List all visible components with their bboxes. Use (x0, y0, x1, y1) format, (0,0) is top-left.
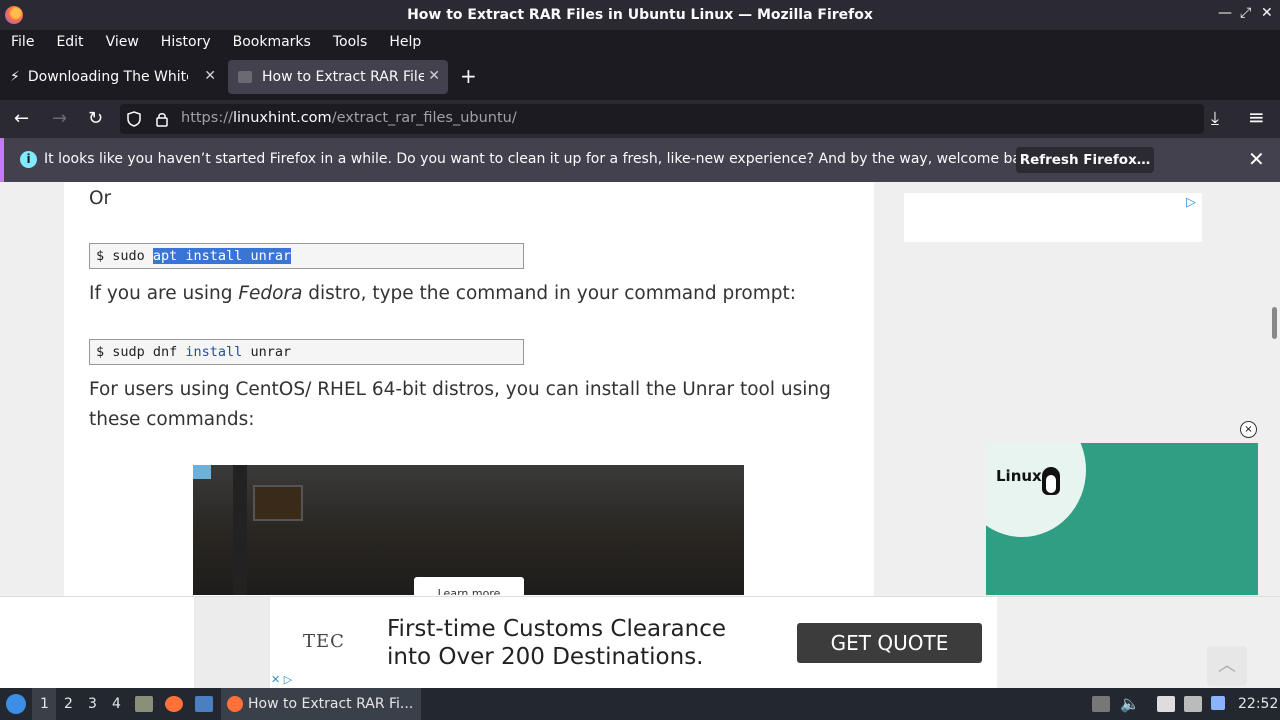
tab-close-icon[interactable]: ✕ (428, 68, 440, 84)
workspace-1[interactable]: 1 (40, 696, 49, 712)
clock: 22:52 (1238, 696, 1279, 712)
code-block-apt: $ sudo apt install unrar (89, 243, 524, 269)
learn-more-button[interactable]: Learn more (414, 577, 524, 595)
tab-strip: ⚡ Downloading The White House ✕ How to E… (0, 54, 1280, 100)
firefox-icon (227, 696, 243, 712)
fedora-text-pre: If you are using (89, 283, 239, 304)
get-quote-button[interactable]: GET QUOTE (797, 623, 982, 663)
close-ad-icon[interactable]: × (1240, 421, 1257, 438)
tux-belly (1046, 475, 1056, 493)
start-menu-icon[interactable] (6, 694, 26, 714)
maximize-button[interactable]: ⤢ (1240, 5, 1251, 21)
close-window-button[interactable]: ✕ (1261, 5, 1273, 21)
firefox-logo-icon (5, 6, 23, 24)
headline-line-2: into Over 200 Destinations. (387, 644, 704, 670)
menu-file[interactable]: File (0, 34, 45, 50)
downloads-button[interactable]: ⤓ (1211, 108, 1219, 129)
menu-help[interactable]: Help (378, 34, 432, 50)
network-icon[interactable] (1184, 696, 1202, 712)
notification-text: It looks like you haven’t started Firefo… (44, 151, 1043, 167)
close-notification-icon[interactable]: ✕ (1248, 147, 1265, 171)
menu-tools[interactable]: Tools (322, 34, 379, 50)
menu-edit[interactable]: Edit (45, 34, 94, 50)
sidebar-ad-top[interactable]: ▷ (904, 193, 1202, 242)
url-scheme: https:// (181, 110, 233, 126)
file-manager-icon[interactable] (135, 696, 153, 712)
paragraph-fedora: If you are using Fedora distro, type the… (89, 279, 796, 309)
code-keyword: install (185, 344, 243, 360)
ad-circle (986, 443, 1086, 537)
notifications-icon[interactable] (1211, 696, 1225, 710)
tracking-protection-shield-icon[interactable] (127, 111, 141, 127)
workspace-2[interactable]: 2 (64, 696, 73, 712)
menu-history[interactable]: History (150, 34, 222, 50)
paragraph-or: Or (89, 188, 112, 209)
centos-line-2: these commands: (89, 409, 255, 430)
site-icon (238, 71, 252, 83)
tab-close-icon[interactable]: ✕ (204, 68, 216, 84)
tab-title: How to Extract RAR Files (262, 69, 424, 85)
code-selected-text: apt install unrar (152, 248, 292, 264)
tab-title: Downloading The White House (27, 69, 188, 85)
workspace-3[interactable]: 3 (88, 696, 97, 712)
app-menu-button[interactable]: ≡ (1248, 105, 1265, 129)
window-title: How to Extract RAR Files in Ubuntu Linux… (407, 7, 873, 23)
menu-bar: File Edit View History Bookmarks Tools H… (0, 30, 1280, 54)
url-text[interactable]: https://linuxhint.com/extract_rar_files_… (181, 110, 517, 126)
menu-bookmarks[interactable]: Bookmarks (222, 34, 322, 50)
clipboard-icon[interactable] (1157, 696, 1175, 712)
terminal-icon[interactable] (195, 696, 213, 712)
forward-button[interactable]: → (52, 108, 67, 129)
bottom-banner-ad[interactable]: TEC First-time Customs Clearance into Ov… (0, 596, 1280, 688)
lock-icon[interactable] (155, 111, 169, 127)
refresh-firefox-button[interactable]: Refresh Firefox… (1016, 147, 1154, 173)
tray-updates-icon[interactable] (1092, 696, 1110, 712)
tab-extract-rar[interactable]: How to Extract RAR Files ✕ (228, 60, 448, 94)
headline-line-1: First-time Customs Clearance (387, 616, 727, 642)
volume-icon[interactable]: 🔈 (1120, 694, 1140, 713)
code-prompt: $ sudo (96, 248, 153, 264)
new-tab-button[interactable]: + (460, 64, 477, 88)
workspace-4[interactable]: 4 (112, 696, 121, 712)
page-scrollbar[interactable] (1272, 307, 1277, 339)
back-button[interactable]: ← (14, 108, 29, 129)
reload-button[interactable]: ↻ (88, 108, 103, 129)
code-rest: unrar (242, 344, 292, 360)
banner-headline: First-time Customs Clearance into Over 2… (387, 615, 726, 671)
banner-left-panel (194, 597, 270, 688)
info-icon: i (20, 151, 37, 168)
window-titlebar: How to Extract RAR Files in Ubuntu Linux… (0, 0, 1280, 30)
tec-logo: TEC (303, 631, 345, 652)
video-ad-image[interactable]: Learn more (193, 465, 744, 595)
taskbar-window-firefox[interactable]: How to Extract RAR Fi... (221, 688, 421, 720)
lightning-icon: ⚡ (10, 69, 20, 85)
fedora-text-post: distro, type the command in your command… (302, 283, 796, 304)
scroll-to-top-button[interactable]: ︿ (1207, 646, 1247, 686)
url-path: /extract_rar_files_ubuntu/ (331, 110, 517, 126)
code-block-dnf: $ sudp dnf install unrar (89, 339, 524, 365)
ad-marker-icon (193, 465, 211, 479)
tab-downloading[interactable]: ⚡ Downloading The White House ✕ (0, 60, 224, 94)
traffic-signal (253, 485, 303, 521)
minimize-button[interactable]: — (1218, 5, 1232, 21)
code-prompt: $ sudp dnf (96, 344, 186, 360)
taskbar-window-title: How to Extract RAR Fi... (248, 696, 414, 712)
menu-view[interactable]: View (95, 34, 150, 50)
ad-close-icon[interactable]: ✕ ▷ (271, 673, 292, 686)
linux-brand-text: Linux (996, 467, 1042, 485)
fedora-em: Fedora (238, 283, 303, 304)
web-page: Or $ sudo apt install unrar If you are u… (0, 182, 1280, 688)
taskbar: 1 2 3 4 How to Extract RAR Fi... 🔈 22:52 (0, 688, 1280, 720)
linux-sidebar-ad[interactable]: Linux (986, 443, 1258, 595)
centos-line-1: For users using CentOS/ RHEL 64-bit dist… (89, 379, 831, 400)
url-domain: linuxhint.com (232, 110, 332, 126)
refresh-notification-bar: i It looks like you haven’t started Fire… (0, 138, 1280, 182)
firefox-launcher-icon[interactable] (165, 696, 183, 712)
street-light-pole (233, 465, 247, 595)
paragraph-centos: For users using CentOS/ RHEL 64-bit dist… (89, 375, 831, 435)
adchoices-icon[interactable]: ▷ (1186, 195, 1196, 210)
